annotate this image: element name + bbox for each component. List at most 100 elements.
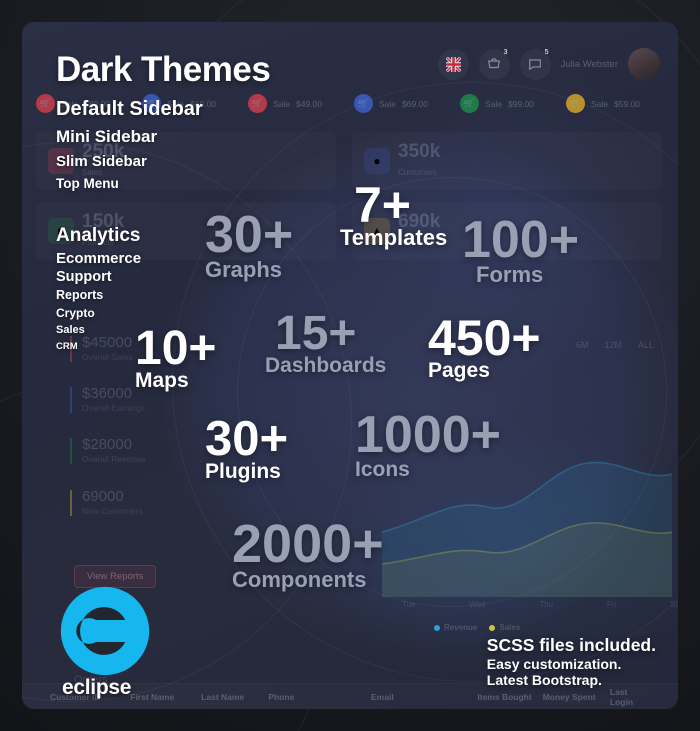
- column-phone[interactable]: Phone: [268, 692, 371, 702]
- feature-number: 450+: [428, 310, 541, 366]
- feature-number: 7+: [354, 177, 412, 233]
- vstat-value: $28000: [82, 436, 133, 453]
- uk-flag-icon: [445, 56, 461, 72]
- column-items-bought[interactable]: Items Bought: [477, 692, 542, 702]
- x-tick: Sat: [669, 600, 678, 609]
- nav-item-reports[interactable]: Reports: [56, 288, 141, 302]
- nav-item-sales[interactable]: Sales: [56, 324, 141, 336]
- nav-item-slim-sidebar[interactable]: Slim Sidebar: [56, 153, 203, 170]
- column-money-spent[interactable]: Money Spent: [543, 692, 610, 702]
- column-last-login[interactable]: Last Login: [610, 687, 650, 707]
- nav-item-default-sidebar[interactable]: Default Sidebar: [56, 98, 203, 121]
- message-icon: [529, 59, 541, 71]
- language-button[interactable]: [437, 48, 469, 80]
- feature-icons: 1000+ Icons: [355, 409, 501, 480]
- feature-number: 30+: [205, 206, 294, 264]
- feature-graphs: 30+ Graphs: [205, 206, 294, 282]
- brand-name: eclipse: [62, 676, 132, 699]
- x-tick: Fri: [606, 600, 617, 609]
- messages-button[interactable]: 5: [519, 48, 551, 80]
- nav-item-analytics[interactable]: Analytics: [56, 225, 141, 247]
- vstat-overall-revenue: $28000 Overall Revenue: [70, 436, 145, 464]
- feature-number: 30+: [205, 412, 289, 466]
- screenshot-root: 3 5 Julia Webster 🛒 Sale $89.00 🛒 Sale $…: [0, 0, 700, 731]
- nav-item-support[interactable]: Support: [56, 269, 141, 285]
- legend-item-sales[interactable]: Sales: [489, 623, 520, 632]
- sale-price: $49.00: [296, 98, 323, 109]
- feature-pages: 450+ Pages: [428, 310, 541, 381]
- x-tick: Tue: [402, 600, 416, 609]
- feature-caption: Components: [232, 566, 367, 592]
- basket-icon: 🛒: [248, 94, 267, 113]
- legend-label: Revenue: [444, 623, 478, 632]
- sale-price: $99.00: [508, 98, 535, 109]
- feature-number: 2000+: [232, 514, 384, 574]
- cart-icon: [488, 58, 501, 69]
- basket-icon: 🛒: [36, 94, 55, 113]
- column-last-name[interactable]: Last Name: [201, 692, 268, 702]
- legend-item-revenue[interactable]: Revenue: [434, 623, 477, 632]
- vstat-label: Overall Earnings: [82, 403, 145, 413]
- vstat-value: 69000: [82, 488, 124, 505]
- feature-number: 15+: [275, 307, 357, 360]
- stat-label: Customers: [398, 168, 437, 177]
- sale-item[interactable]: 🛒 Sale $99.00: [460, 94, 562, 113]
- sale-price: $59.00: [614, 98, 641, 109]
- sale-item[interactable]: 🛒 Sale $69.00: [354, 94, 456, 113]
- stat-value: 350k: [398, 141, 441, 162]
- user-name: Julia Webster: [560, 58, 618, 70]
- x-tick: Wed: [469, 600, 486, 609]
- scss-line-3: Latest Bootstrap.: [486, 672, 602, 688]
- vstat-label: Overall Revenue: [82, 454, 146, 464]
- messages-badge: 5: [544, 49, 549, 56]
- nav-item-crypto[interactable]: Crypto: [56, 306, 141, 320]
- cart-badge: 3: [503, 49, 508, 56]
- feature-caption: Graphs: [205, 256, 283, 282]
- basket-icon: 🛒: [566, 94, 585, 113]
- feature-templates: 7+ Templates: [340, 177, 448, 250]
- chart-legend: Revenue Sales: [434, 623, 520, 632]
- vstat-new-customers: 69000 New Customers: [70, 488, 142, 516]
- sale-label: Sale: [273, 98, 291, 109]
- feature-forms: 100+ Forms: [462, 211, 580, 285]
- feature-number: 10+: [135, 322, 217, 375]
- legend-dot-icon: [434, 624, 440, 631]
- avatar[interactable]: [628, 48, 660, 80]
- vstat-label: New Customers: [82, 506, 143, 516]
- feature-dashboards: 15+ Dashboards: [265, 307, 386, 376]
- range-button-12m[interactable]: 12M: [604, 340, 622, 350]
- brand-block: eclipse: [59, 585, 151, 700]
- feature-caption: Plugins: [205, 460, 281, 484]
- vstat-label: Overall Sales: [82, 352, 133, 362]
- feature-plugins: 30+ Plugins: [205, 412, 289, 484]
- legend-dot-icon: [489, 624, 496, 631]
- scss-callout: SCSS files included. Easy customization.…: [487, 635, 656, 688]
- chart-x-axis: Tue Wed Thu Fri Sat: [402, 600, 678, 609]
- nav-item-crm[interactable]: CRM: [56, 341, 141, 352]
- legend-label: Sales: [499, 623, 521, 632]
- range-button-all[interactable]: ALL: [638, 340, 654, 350]
- sale-label: Sale: [485, 98, 503, 109]
- nav-item-mini-sidebar[interactable]: Mini Sidebar: [56, 127, 203, 147]
- sale-item[interactable]: 🛒 Sale $49.00: [248, 94, 350, 113]
- scss-line-2: Easy customization.: [486, 656, 622, 672]
- basket-icon: 🛒: [354, 94, 373, 113]
- feature-components: 2000+ Components: [232, 514, 384, 592]
- eclipse-e-logo-icon: [60, 586, 150, 676]
- page-title: Dark Themes: [56, 50, 271, 89]
- feature-maps: 10+ Maps: [135, 322, 217, 391]
- range-button-6m[interactable]: 6M: [576, 340, 589, 350]
- cart-button[interactable]: 3: [478, 48, 510, 80]
- vstat-overall-earnings: $36000 Overall Earnings: [70, 385, 145, 413]
- sale-item[interactable]: 🛒 Sale $59.00: [566, 94, 668, 113]
- theme-nav-list: Default Sidebar Mini Sidebar Slim Sideba…: [56, 98, 203, 191]
- nav-item-top-menu[interactable]: Top Menu: [56, 176, 203, 191]
- feature-number: 100+: [462, 211, 580, 269]
- basket-icon: 🛒: [460, 94, 479, 113]
- x-tick: Thu: [539, 600, 554, 609]
- column-email[interactable]: Email: [371, 692, 477, 702]
- scss-line-1: SCSS files included.: [486, 635, 656, 655]
- dashboard-card: 3 5 Julia Webster 🛒 Sale $89.00 🛒 Sale $…: [22, 22, 678, 709]
- feature-caption: Templates: [340, 225, 448, 250]
- nav-item-ecommerce[interactable]: Ecommerce: [56, 250, 141, 267]
